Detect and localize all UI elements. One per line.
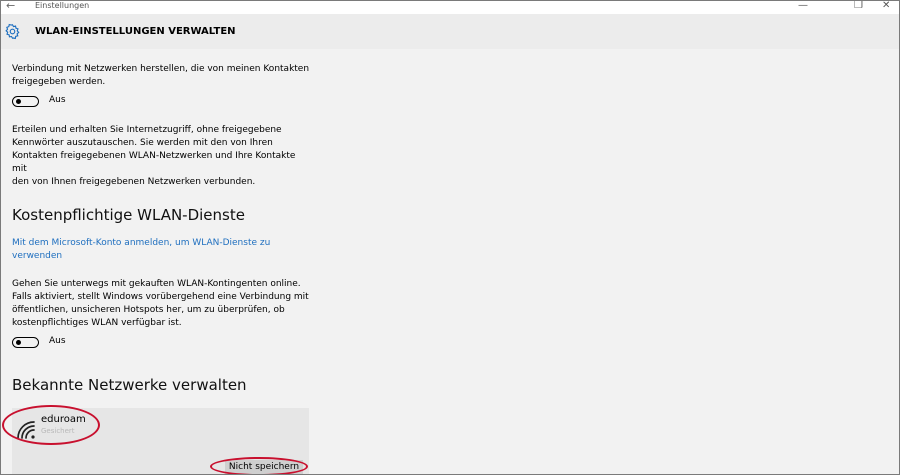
app-title: Einstellungen xyxy=(35,1,90,10)
contacts-toggle[interactable] xyxy=(12,96,39,107)
back-arrow-icon[interactable]: ← xyxy=(6,1,15,12)
wifi-icon xyxy=(16,420,36,444)
close-icon[interactable]: ✕ xyxy=(882,1,890,11)
page-title: WLAN-EINSTELLUNGEN VERWALTEN xyxy=(35,26,236,37)
toggle-knob xyxy=(16,99,21,104)
toggle-knob xyxy=(16,340,21,345)
paid-toggle-label: Aus xyxy=(49,336,66,346)
gear-icon xyxy=(4,23,21,44)
forget-network-button[interactable]: Nicht speichern xyxy=(225,460,303,474)
contacts-description: Verbindung mit Netzwerken herstellen, di… xyxy=(12,64,310,87)
title-bar: ← Einstellungen — ❐ ✕ xyxy=(1,1,899,14)
network-status: Gesichert xyxy=(41,427,75,435)
paid-toggle[interactable] xyxy=(12,337,39,348)
paid-services-heading: Kostenpflichtige WLAN-Dienste xyxy=(12,206,245,224)
contacts-info: Erteilen und erhalten Sie Internetzugrif… xyxy=(12,125,296,187)
network-item-eduroam[interactable]: eduroam Gesichert Nicht speichern xyxy=(12,408,309,474)
page-header: WLAN-EINSTELLUNGEN VERWALTEN xyxy=(1,14,899,49)
paid-services-description: Gehen Sie unterwegs mit gekauften WLAN-K… xyxy=(12,279,309,328)
settings-content: Verbindung mit Netzwerken herstellen, di… xyxy=(1,49,899,474)
network-name: eduroam xyxy=(41,414,86,425)
contacts-toggle-label: Aus xyxy=(49,95,66,105)
known-networks-heading: Bekannte Netzwerke verwalten xyxy=(12,376,247,394)
microsoft-account-link[interactable]: Mit dem Microsoft-Konto anmelden, um WLA… xyxy=(12,237,312,263)
settings-window: ← Einstellungen — ❐ ✕ WLAN-EINSTELLUNGEN… xyxy=(0,0,900,475)
restore-icon[interactable]: ❐ xyxy=(854,1,863,11)
minimize-icon[interactable]: — xyxy=(798,1,808,11)
